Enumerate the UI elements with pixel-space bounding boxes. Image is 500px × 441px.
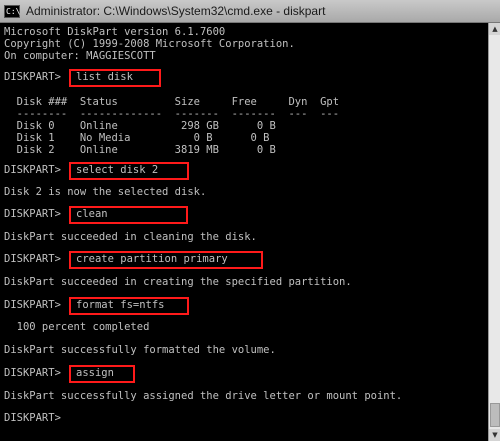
prompt: DISKPART> — [4, 299, 61, 311]
prompt: DISKPART> — [4, 164, 61, 176]
output-line: DiskPart successfully formatted the volu… — [4, 344, 276, 356]
cmd-window: C:\ Administrator: C:\Windows\System32\c… — [0, 0, 500, 441]
command-assign: assign — [76, 367, 114, 379]
prompt: DISKPART> — [4, 412, 61, 424]
title-bar[interactable]: C:\ Administrator: C:\Windows\System32\c… — [0, 0, 500, 23]
cmd-icon: C:\ — [4, 4, 21, 18]
scroll-down-icon[interactable]: ▼ — [489, 429, 500, 441]
output-line: DiskPart succeeded in cleaning the disk. — [4, 231, 257, 243]
command-select-disk: select disk 2 — [76, 164, 159, 176]
output-line: Disk 2 is now the selected disk. — [4, 186, 207, 198]
scroll-up-icon[interactable]: ▲ — [489, 23, 500, 35]
console-output[interactable]: Microsoft DiskPart version 6.1.7600 Copy… — [4, 24, 486, 441]
output-line: DiskPart succeeded in creating the speci… — [4, 276, 352, 288]
prompt: DISKPART> — [4, 71, 61, 83]
vertical-scrollbar[interactable]: ▲ ▼ — [488, 23, 500, 441]
command-list-disk: list disk — [76, 71, 133, 83]
command-clean: clean — [76, 208, 108, 220]
output-line: DiskPart successfully assigned the drive… — [4, 390, 403, 402]
command-format: format fs=ntfs — [76, 299, 165, 311]
prompt: DISKPART> — [4, 253, 61, 265]
command-create-partition: create partition primary — [76, 253, 228, 265]
table-row: Disk 2 Online 3819 MB 0 B — [4, 144, 276, 156]
banner-line: On computer: MAGGIESCOTT — [4, 50, 156, 62]
prompt: DISKPART> — [4, 208, 61, 220]
scrollbar-thumb[interactable] — [490, 403, 500, 427]
prompt: DISKPART> — [4, 367, 61, 379]
window-title: Administrator: C:\Windows\System32\cmd.e… — [26, 4, 326, 18]
progress-line: 100 percent completed — [4, 321, 150, 333]
